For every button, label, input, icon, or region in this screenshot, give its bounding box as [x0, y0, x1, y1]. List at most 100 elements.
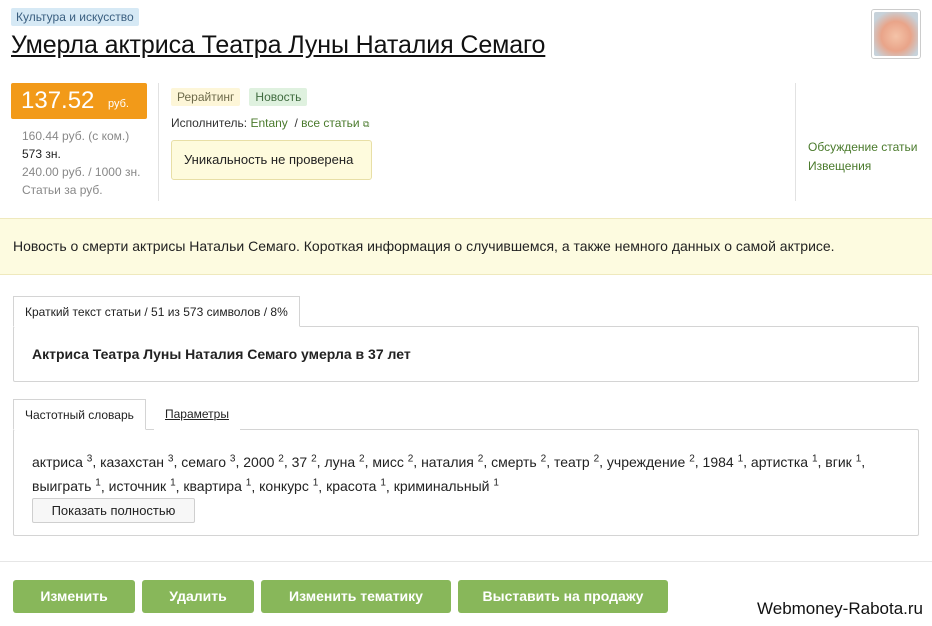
word-frequency-item: квартира 1 — [183, 477, 252, 495]
word: казахстан — [100, 453, 168, 470]
word: 37 — [291, 453, 312, 470]
word: выиграть — [32, 478, 96, 495]
word-frequency-item: артистка 1 — [750, 453, 818, 470]
word-count: 2 — [689, 453, 695, 464]
word-frequency-item: 1984 1 — [702, 453, 744, 470]
word-count: 1 — [855, 453, 862, 464]
price-value: 137.52 — [21, 87, 95, 114]
word-frequency-item: 2000 2 — [243, 453, 284, 470]
price-details: 160.44 руб. (с ком.) 573 зн. 240.00 руб.… — [22, 127, 140, 199]
word-count: 2 — [477, 453, 484, 464]
word-count: 2 — [593, 453, 600, 464]
price-with-commission: 160.44 руб. (с ком.) — [22, 129, 130, 143]
discussion-link[interactable]: Обсуждение статьи — [808, 138, 917, 157]
avatar[interactable] — [871, 9, 921, 59]
sell-button[interactable]: Выставить на продажу — [458, 580, 668, 613]
word: квартира — [183, 478, 246, 495]
word-frequency-item: учреждение 2 — [606, 453, 695, 470]
price-badge: 137.52 руб. — [11, 83, 147, 119]
divider — [158, 83, 159, 201]
word-frequency-list: актриса 3, казахстан 3, семаго 3, 2000 2… — [32, 453, 866, 495]
word-count: 1 — [811, 453, 818, 464]
side-links: Обсуждение статьи Извещения — [808, 138, 917, 176]
word-frequency-item: наталия 2 — [421, 453, 484, 470]
word: актриса — [32, 453, 87, 470]
word-count: 2 — [311, 453, 317, 464]
word: 1984 — [702, 453, 738, 470]
edit-button[interactable]: Изменить — [13, 580, 135, 613]
word-count: 3 — [167, 453, 174, 464]
articles-for-rub-link[interactable]: Статьи за руб. — [22, 181, 140, 199]
word-frequency-item: красота 1 — [326, 478, 386, 495]
summary-text: Актриса Театра Луны Наталия Семаго умерл… — [32, 346, 411, 362]
word: криминальный — [393, 478, 494, 495]
word-count: 1 — [170, 477, 176, 489]
word-count: 2 — [359, 453, 365, 464]
word-count: 3 — [86, 453, 93, 464]
word-frequency-item: театр 2 — [553, 453, 600, 470]
tab-parameters[interactable]: Параметры — [154, 399, 240, 430]
word-count: 1 — [245, 477, 252, 489]
divider — [795, 83, 796, 201]
word-count: 2 — [407, 453, 414, 464]
executor-separator: / — [294, 116, 298, 130]
watermark: Webmoney-Rabota.ru — [757, 599, 923, 618]
tag-news: Новость — [249, 88, 308, 106]
word: источник — [108, 478, 171, 495]
category-badge[interactable]: Культура и искусство — [11, 8, 139, 26]
word-count: 1 — [737, 453, 744, 464]
word: артистка — [750, 453, 812, 470]
word-count: 1 — [493, 477, 499, 489]
word-frequency-item: актриса 3 — [32, 453, 93, 470]
tab-parameters-label: Параметры — [165, 407, 229, 421]
tab-summary[interactable]: Краткий текст статьи / 51 из 573 символо… — [13, 296, 300, 327]
executor-label: Исполнитель: — [171, 116, 248, 130]
article-description: Новость о смерти актрисы Натальи Семаго.… — [0, 218, 932, 275]
word: мисс — [372, 453, 408, 470]
delete-button[interactable]: Удалить — [142, 580, 254, 613]
word-frequency-item: казахстан 3 — [100, 453, 174, 470]
executor-name-link[interactable]: Entany — [250, 116, 287, 130]
word: наталия — [421, 453, 478, 470]
char-count: 573 зн. — [22, 147, 61, 161]
word-frequency-item: выиграть 1 — [32, 478, 101, 495]
word: театр — [553, 453, 594, 470]
word: 2000 — [243, 453, 279, 470]
price-per-1000: 240.00 руб. / 1000 зн. — [22, 165, 141, 179]
change-topic-button[interactable]: Изменить тематику — [261, 580, 451, 613]
word: смерть — [491, 453, 541, 470]
word-frequency-item: 37 2 — [291, 453, 317, 470]
word-count: 1 — [312, 477, 319, 489]
avatar-image — [874, 12, 918, 56]
executor-line: Исполнитель: Entany / все статьи ⧉ — [171, 116, 369, 130]
tab-frequency-label: Частотный словарь — [25, 408, 134, 422]
word-frequency-item: вгик 1 — [825, 453, 862, 470]
word: учреждение — [606, 453, 690, 470]
word: луна — [324, 453, 360, 470]
frequency-dictionary-panel: актриса 3, казахстан 3, семаго 3, 2000 2… — [13, 429, 919, 536]
page-title[interactable]: Умерла актриса Театра Луны Наталия Семаг… — [11, 31, 545, 60]
word-frequency-item: источник 1 — [108, 477, 176, 495]
all-articles-link[interactable]: все статьи — [301, 116, 359, 130]
word-frequency-item: криминальный 1 — [393, 477, 499, 495]
summary-panel: Актриса Театра Луны Наталия Семаго умерл… — [13, 326, 919, 382]
show-full-button[interactable]: Показать полностью — [32, 498, 195, 523]
word-count: 2 — [278, 453, 284, 464]
divider — [0, 561, 932, 562]
word-frequency-item: мисс 2 — [372, 453, 414, 470]
tab-frequency-dictionary[interactable]: Частотный словарь — [13, 399, 146, 430]
description-text: Новость о смерти актрисы Натальи Семаго.… — [13, 238, 835, 254]
uniqueness-status[interactable]: Уникальность не проверена — [171, 140, 372, 180]
word: семаго — [181, 453, 230, 470]
external-link-icon: ⧉ — [362, 119, 370, 129]
word: красота — [326, 478, 381, 495]
word-frequency-item: смерть 2 — [491, 453, 547, 470]
word-count: 3 — [229, 453, 236, 464]
word-frequency-item: луна 2 — [324, 453, 365, 470]
tab-summary-label: Краткий текст статьи / 51 из 573 символо… — [25, 305, 288, 319]
article-tags: Рерайтинг Новость — [171, 88, 308, 106]
word-frequency-item: конкурс 1 — [259, 477, 319, 495]
notifications-link[interactable]: Извещения — [808, 157, 917, 176]
word-count: 2 — [540, 453, 547, 464]
word: конкурс — [259, 478, 313, 495]
